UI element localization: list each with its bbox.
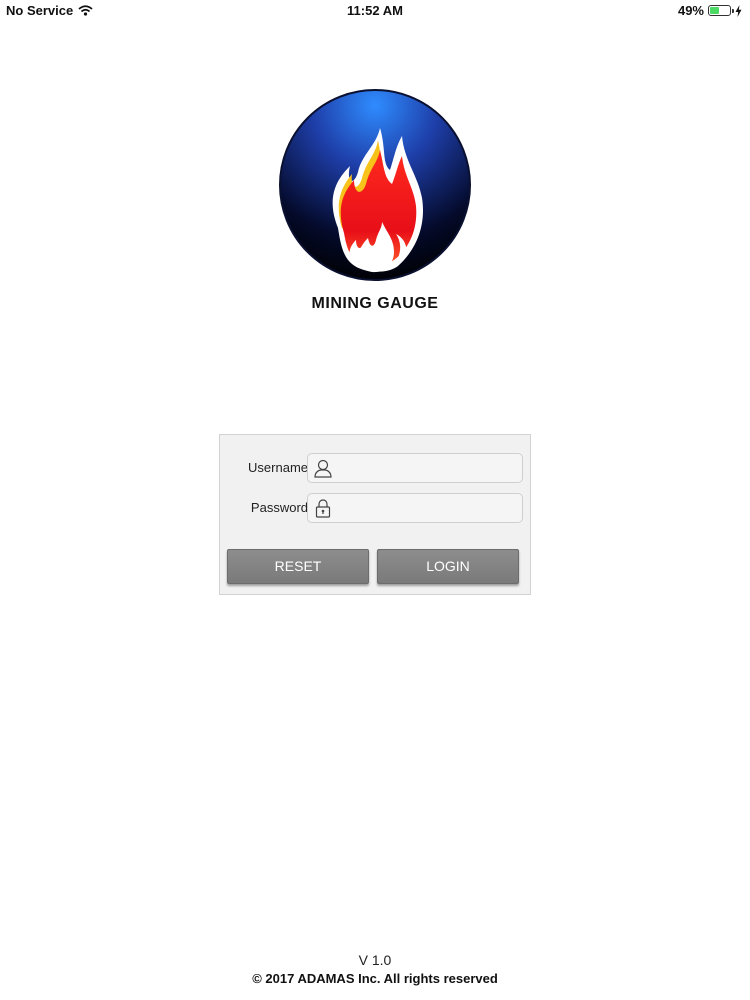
password-field[interactable] [307, 493, 523, 523]
user-icon [314, 459, 332, 478]
login-panel: Username Password RESET LOGIN [219, 434, 531, 595]
username-label: Username [248, 460, 308, 475]
charging-bolt-icon [735, 4, 742, 17]
copyright-text: © 2017 ADAMAS Inc. All rights reserved [252, 971, 498, 986]
status-right: 49% [678, 3, 742, 18]
status-time: 11:52 AM [347, 3, 403, 18]
battery-cap [732, 9, 734, 13]
password-label: Password [250, 500, 308, 515]
username-input[interactable] [338, 456, 518, 480]
reset-button[interactable]: RESET [227, 549, 369, 584]
password-row: Password [220, 493, 532, 523]
flame-logo-icon [279, 89, 471, 281]
version-text: V 1.0 [358, 952, 392, 968]
battery-icon [708, 5, 734, 16]
login-button[interactable]: LOGIN [377, 549, 519, 584]
battery-level-fill [710, 7, 720, 14]
app-title: MINING GAUGE [311, 295, 439, 312]
lock-icon [315, 499, 331, 518]
battery-percent: 49% [677, 3, 704, 18]
username-row: Username [220, 453, 532, 483]
username-field[interactable] [307, 453, 523, 483]
password-input[interactable] [338, 496, 518, 520]
status-bar: No Service 11:52 AM 49% [0, 0, 750, 22]
